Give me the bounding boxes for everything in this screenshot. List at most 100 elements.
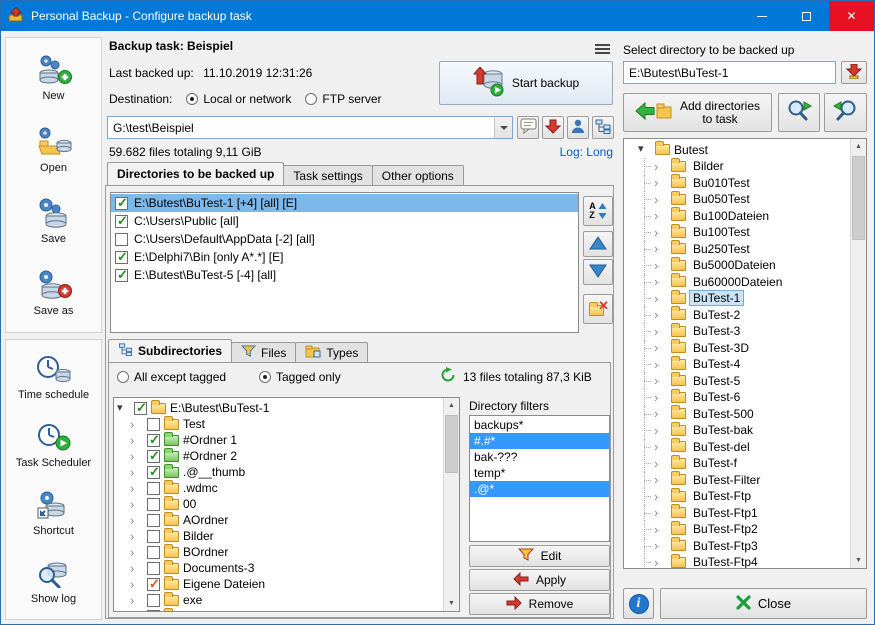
tab-directories[interactable]: Directories to be backed up xyxy=(107,162,284,185)
move-down-button[interactable] xyxy=(583,259,613,285)
expand-icon[interactable]: › xyxy=(130,611,143,612)
picker-directory-row[interactable]: ›Bu010Test xyxy=(624,175,850,192)
info-button[interactable]: i xyxy=(623,588,654,619)
expand-icon[interactable]: › xyxy=(130,595,143,606)
expand-icon[interactable]: › xyxy=(654,507,667,518)
expand-icon[interactable]: › xyxy=(654,441,667,452)
backup-directories-list[interactable]: E:\Butest\BuTest-1 [+4] [all] [E] C:\Use… xyxy=(110,192,579,333)
checkbox[interactable] xyxy=(147,418,160,431)
sort-button[interactable]: AZ xyxy=(583,196,613,226)
subdirectory-row[interactable]: ›Test xyxy=(114,416,443,432)
checkbox[interactable] xyxy=(147,610,160,612)
checkbox[interactable] xyxy=(115,269,128,282)
backup-directory-row[interactable]: C:\Users\Default\AppData [-2] [all] xyxy=(111,230,578,248)
directory-picker-tree[interactable]: ▾ Butest ›Bilder ›Bu010Test ›Bu050Test ›… xyxy=(623,138,867,569)
minimize-button[interactable] xyxy=(739,1,784,31)
tab-other-options[interactable]: Other options xyxy=(372,165,464,185)
picker-directory-row[interactable]: ›BuTest-Ftp2 xyxy=(624,521,850,538)
picker-directory-row[interactable]: ›BuTest-del xyxy=(624,439,850,456)
picker-directory-row[interactable]: ›BuTest-500 xyxy=(624,406,850,423)
checkbox[interactable] xyxy=(147,562,160,575)
filter-row[interactable]: .@* xyxy=(470,481,609,497)
target-path-combobox[interactable]: G:\test\Beispiel xyxy=(107,116,513,139)
close-button[interactable]: Close xyxy=(660,588,867,619)
backup-directory-row[interactable]: E:\Butest\BuTest-5 [-4] [all] xyxy=(111,266,578,284)
start-backup-button[interactable]: Start backup xyxy=(439,61,613,105)
expand-icon[interactable]: › xyxy=(654,408,667,419)
picker-directory-row[interactable]: ›Bu100Dateien xyxy=(624,208,850,225)
checkbox[interactable] xyxy=(147,498,160,511)
picker-scrollbar[interactable]: ▲ ▼ xyxy=(850,139,866,568)
picker-directory-row[interactable]: ›BuTest-5 xyxy=(624,373,850,390)
radio-local-network[interactable]: Local or network xyxy=(186,92,291,106)
checkbox[interactable] xyxy=(147,594,160,607)
subdirectory-row[interactable]: ›.@__thumb xyxy=(114,464,443,480)
expand-icon[interactable]: › xyxy=(654,491,667,502)
expand-icon[interactable]: › xyxy=(654,210,667,221)
close-window-button[interactable]: ✕ xyxy=(829,1,874,31)
scroll-thumb[interactable] xyxy=(852,156,865,240)
expand-icon[interactable]: › xyxy=(130,451,143,462)
backup-directory-row[interactable]: E:\Butest\BuTest-1 [+4] [all] [E] xyxy=(111,194,578,212)
subdirectory-row[interactable]: ›Eigene Dateien xyxy=(114,576,443,592)
select-target-button[interactable] xyxy=(542,116,564,139)
expand-icon[interactable]: › xyxy=(130,419,143,430)
subdirectory-row[interactable]: ›Bilder xyxy=(114,528,443,544)
expand-icon[interactable]: › xyxy=(654,293,667,304)
picker-directory-row[interactable]: ›BuTest-1 xyxy=(624,290,850,307)
scroll-up-icon[interactable]: ▲ xyxy=(444,398,459,413)
expand-icon[interactable]: › xyxy=(130,483,143,494)
expand-icon[interactable]: › xyxy=(130,579,143,590)
edit-filter-button[interactable]: Edit xyxy=(469,545,610,567)
directory-filters-list[interactable]: backups* #.#* bak-??? temp* .@* xyxy=(469,415,610,542)
expand-icon[interactable]: › xyxy=(130,515,143,526)
expand-icon[interactable]: › xyxy=(654,458,667,469)
expand-icon[interactable]: › xyxy=(654,276,667,287)
radio-icon[interactable] xyxy=(305,93,317,105)
picker-directory-row[interactable]: ›BuTest-Ftp1 xyxy=(624,505,850,522)
sidebar-item-show-log[interactable]: Show log xyxy=(31,558,76,605)
filter-row[interactable]: #.#* xyxy=(470,433,609,449)
remove-directory-button[interactable]: ✕ xyxy=(583,294,613,324)
search-directory-button[interactable] xyxy=(824,93,867,132)
sidebar-item-shortcut[interactable]: Shortcut xyxy=(33,490,74,537)
expand-icon[interactable]: › xyxy=(654,309,667,320)
checkbox[interactable] xyxy=(134,402,147,415)
checkbox[interactable] xyxy=(147,546,160,559)
add-directories-button[interactable]: Add directories to task xyxy=(623,93,772,132)
filter-row[interactable]: temp* xyxy=(470,465,609,481)
collapse-icon[interactable]: ▾ xyxy=(638,144,651,155)
checkbox[interactable] xyxy=(147,434,160,447)
subdirectory-row[interactable]: ›.wdmc xyxy=(114,480,443,496)
expand-icon[interactable]: › xyxy=(130,435,143,446)
checkbox[interactable] xyxy=(147,530,160,543)
tab-types[interactable]: Types xyxy=(295,342,368,362)
picker-directory-row[interactable]: ›Bu050Test xyxy=(624,191,850,208)
tab-files[interactable]: Files xyxy=(231,342,296,362)
scroll-down-icon[interactable]: ▼ xyxy=(444,596,459,611)
expand-icon[interactable]: › xyxy=(654,243,667,254)
expand-icon[interactable]: › xyxy=(654,326,667,337)
picker-directory-row[interactable]: ›Bu5000Dateien xyxy=(624,257,850,274)
checkbox[interactable] xyxy=(147,578,160,591)
sidebar-item-save-as[interactable]: Save as xyxy=(34,268,74,317)
picker-directory-row[interactable]: ›BuTest-4 xyxy=(624,356,850,373)
subdirectory-row[interactable]: ›BOrdner xyxy=(114,544,443,560)
collapse-icon[interactable]: ▾ xyxy=(117,403,130,414)
backup-directory-row[interactable]: E:\Delphi7\Bin [only A*.*] [E] xyxy=(111,248,578,266)
path-dropdown-button[interactable] xyxy=(841,61,867,84)
combo-dropdown-icon[interactable] xyxy=(494,117,512,138)
expand-icon[interactable]: › xyxy=(654,474,667,485)
radio-all-except-tagged[interactable]: All except tagged xyxy=(117,370,226,384)
expand-icon[interactable]: › xyxy=(654,227,667,238)
picker-directory-row[interactable]: ›Bilder xyxy=(624,158,850,175)
subdirectory-row[interactable]: ›00 xyxy=(114,496,443,512)
expand-icon[interactable]: › xyxy=(654,359,667,370)
apply-filter-button[interactable]: Apply xyxy=(469,569,610,591)
subtree-scrollbar[interactable]: ▲ ▼ xyxy=(443,398,459,611)
sidebar-item-time-schedule[interactable]: Time schedule xyxy=(18,354,89,401)
radio-tagged-only[interactable]: Tagged only xyxy=(259,370,341,384)
subdirectory-row[interactable]: ›#Ordner 1 xyxy=(114,432,443,448)
radio-icon[interactable] xyxy=(259,371,271,383)
subdirectory-tree[interactable]: ▾ E:\Butest\BuTest-1 ›Test ›#Ordner 1 ›#… xyxy=(113,397,460,612)
